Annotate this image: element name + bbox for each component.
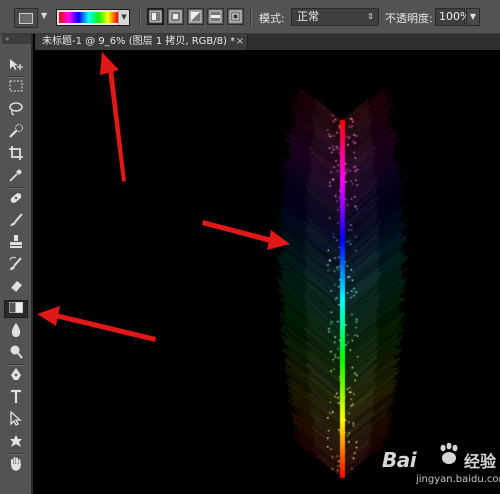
paw-icon: [440, 442, 458, 464]
path-selection-tool-icon[interactable]: [4, 410, 28, 429]
angle-gradient-button[interactable]: [187, 8, 204, 25]
marquee-tool-icon[interactable]: [4, 79, 28, 97]
eraser-tool-icon[interactable]: [4, 278, 28, 296]
tool-preset-picker[interactable]: [14, 8, 38, 28]
tool-preset-dropdown-icon[interactable]: ▼: [41, 11, 47, 20]
tool-divider: [6, 187, 26, 189]
mode-label: 模式:: [259, 12, 285, 25]
gradient-picker[interactable]: ▼: [56, 9, 130, 26]
radial-gradient-button[interactable]: [167, 8, 184, 25]
opacity-label: 不透明度:: [385, 12, 433, 25]
custom-shape-tool-icon[interactable]: [4, 433, 28, 451]
watermark-url: jingyan.baidu.com: [416, 474, 500, 485]
radial-gradient-icon: [169, 10, 182, 23]
tool-divider: [6, 453, 26, 455]
type-tool-icon[interactable]: [4, 389, 28, 407]
eyedropper-tool-icon[interactable]: [4, 167, 28, 185]
opacity-input[interactable]: 100%: [435, 8, 470, 26]
baidu-jingyan-watermark: Bai 经验 jingyan.baidu.com: [380, 438, 500, 494]
hand-tool-icon[interactable]: [4, 456, 28, 474]
toolbar-divider: [250, 6, 252, 28]
document-tab[interactable]: 未标题-1 @ 9_6% (图层 1 拷贝, RGB/8) *: [35, 34, 248, 50]
blend-mode-select[interactable]: 正常 ⇕: [291, 8, 379, 26]
reflected-gradient-button[interactable]: [207, 8, 224, 25]
diamond-gradient-icon: [229, 10, 242, 23]
crop-tool-icon[interactable]: [4, 145, 28, 163]
close-icon[interactable]: ×: [234, 34, 246, 50]
tool-divider: [6, 76, 26, 78]
collapse-panel-icon[interactable]: »: [2, 34, 31, 44]
document-tab-bar: 未标题-1 @ 9_6% (图层 1 拷贝, RGB/8) * ×: [35, 34, 500, 50]
diamond-gradient-button[interactable]: [227, 8, 244, 25]
updown-caret-icon: ⇕: [367, 12, 374, 21]
linear-gradient-button[interactable]: [147, 8, 164, 25]
blend-mode-value: 正常: [297, 10, 319, 23]
rainbow-feather-artwork: [35, 50, 500, 494]
move-tool-icon[interactable]: [4, 57, 28, 75]
clone-stamp-tool-icon[interactable]: [4, 234, 28, 252]
tools-panel: »: [0, 34, 33, 494]
reflected-gradient-icon: [209, 10, 222, 23]
watermark-suffix: 经验: [464, 452, 497, 471]
blur-tool-icon[interactable]: [4, 322, 28, 340]
tool-divider: [6, 364, 26, 366]
gradient-tool-icon[interactable]: [4, 300, 28, 318]
angle-gradient-icon: [189, 10, 202, 23]
pen-tool-icon[interactable]: [4, 367, 28, 385]
gradient-dropdown-icon[interactable]: ▼: [118, 10, 129, 25]
dodge-tool-icon[interactable]: [4, 344, 28, 362]
options-bar: ▼ ▼ 模式: 正常 ⇕ 不透明度: 100% ▼: [0, 0, 500, 34]
opacity-dropdown-icon[interactable]: ▼: [466, 8, 480, 26]
gradient-tool-icon: [19, 13, 33, 24]
document-canvas[interactable]: [35, 50, 500, 494]
lasso-tool-icon[interactable]: [4, 101, 28, 119]
brush-tool-icon[interactable]: [4, 212, 28, 230]
linear-gradient-icon: [149, 10, 162, 23]
history-brush-tool-icon[interactable]: [4, 256, 28, 274]
gradient-swatch[interactable]: [59, 12, 118, 23]
spot-healing-brush-icon[interactable]: [4, 190, 28, 208]
toolbar-divider: [139, 6, 141, 28]
watermark-brand: Bai: [382, 448, 417, 472]
quick-selection-tool-icon[interactable]: [4, 123, 28, 141]
